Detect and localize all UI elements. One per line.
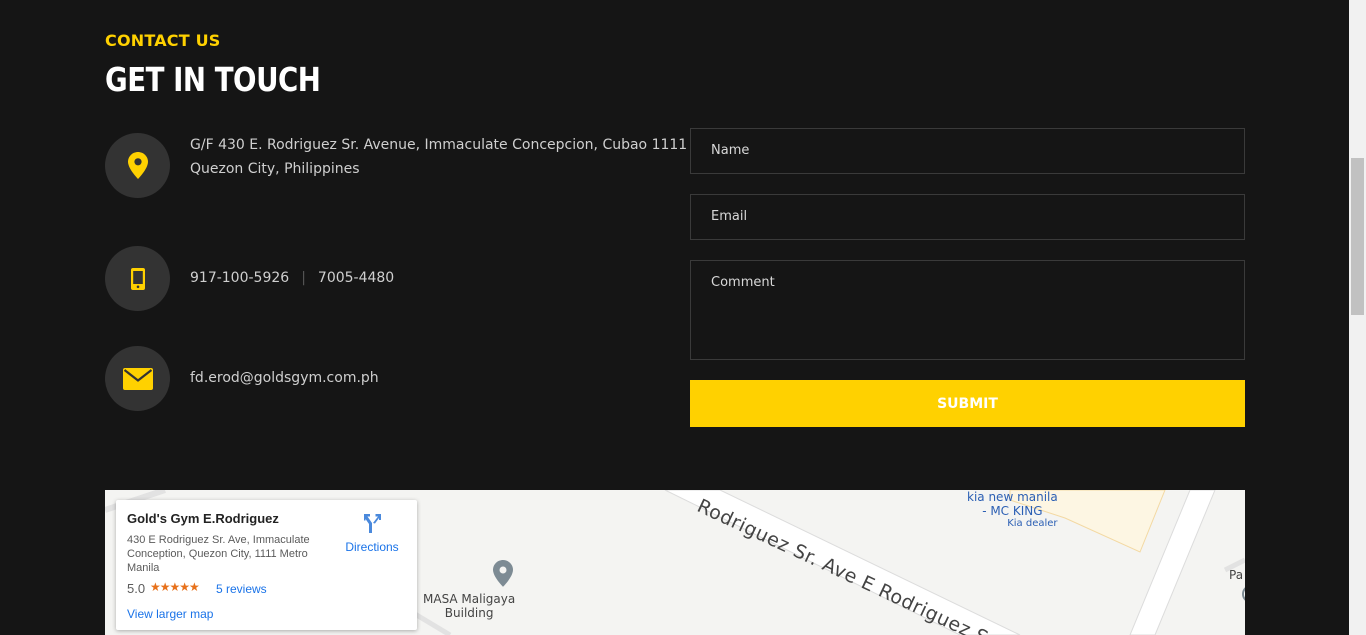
mobile-phone-icon [105,246,170,311]
embedded-map[interactable]: Rodriguez Sr. Ave E Rodriguez S MASA Mal… [105,490,1245,635]
place-name: Gold's Gym E.Rodriguez [127,511,279,526]
name-placeholder: Name [711,143,750,158]
scrollbar-thumb[interactable] [1351,158,1364,315]
phone-separator: | [301,270,306,286]
place-rating: 5.0 [127,581,146,596]
comment-textarea[interactable]: Comment [690,260,1245,360]
email-input[interactable]: Email [690,194,1245,240]
name-input[interactable]: Name [690,128,1245,174]
map-poi-kia[interactable]: kia new manila - MC KING Kia dealer [967,490,1058,530]
section-title: GET IN TOUCH [105,60,321,99]
email-placeholder: Email [711,209,748,224]
rating-stars-icon: ★★★★★ [150,580,200,594]
email-address[interactable]: fd.erod@goldsgym.com.ph [190,366,379,390]
page-scrollbar[interactable] [1349,0,1366,635]
envelope-icon [105,346,170,411]
reviews-link[interactable]: 5 reviews [216,582,267,596]
phone-number-1[interactable]: 917-100-5926 [190,270,289,286]
view-larger-map-link[interactable]: View larger map [127,607,213,621]
map-place-card: Gold's Gym E.Rodriguez 430 E Rodriguez S… [116,500,417,630]
place-address: 430 E Rodriguez Sr. Ave, Immaculate Conc… [127,534,310,574]
section-eyebrow: CONTACT US [105,31,221,50]
submit-button[interactable]: SUBMIT [690,380,1245,427]
phone-number-2[interactable]: 7005-4480 [318,270,394,286]
map-pin-icon [105,133,170,198]
directions-label: Directions [345,540,399,554]
address-line-1: G/F 430 E. Rodriguez Sr. Avenue, Immacul… [190,137,688,153]
directions-icon [364,514,381,533]
address-line-2: Quezon City, Philippines [190,161,360,177]
map-poi-masa[interactable]: MASA Maligaya Building [423,592,515,620]
map-poi-edge[interactable]: Pa [1229,568,1243,582]
directions-button[interactable]: Directions [344,512,400,554]
comment-placeholder: Comment [711,275,775,290]
